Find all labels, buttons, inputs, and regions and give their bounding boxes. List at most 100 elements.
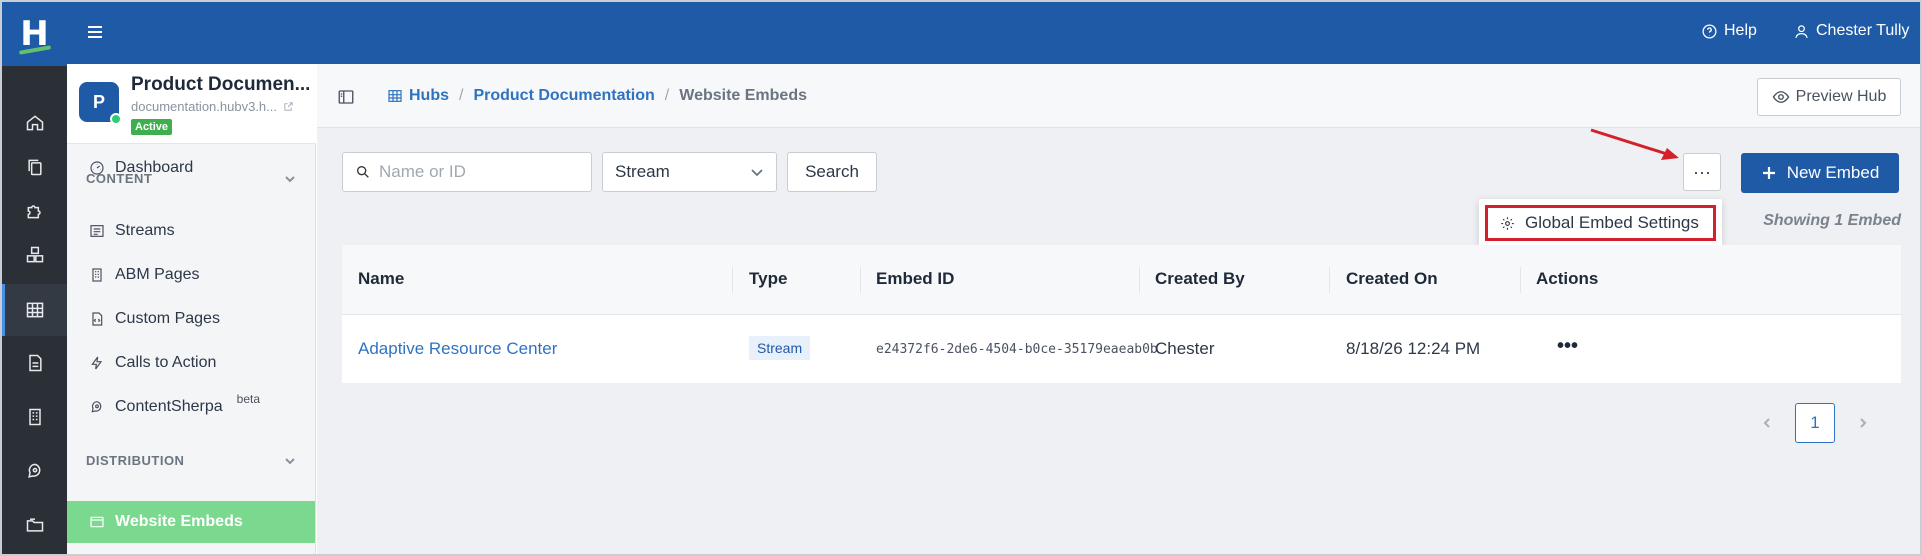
sidebar-item-website-embeds[interactable]: Website Embeds: [67, 501, 315, 543]
home-icon: [26, 115, 43, 131]
breadcrumb: Hubs / Product Documentation / Website E…: [387, 87, 807, 105]
main-content: Hubs / Product Documentation / Website E…: [317, 64, 1920, 554]
rail-ai[interactable]: [2, 445, 67, 497]
column-header-type[interactable]: Type: [749, 269, 787, 289]
column-header-name[interactable]: Name: [358, 269, 404, 289]
help-label: Help: [1724, 22, 1757, 39]
type-filter-select[interactable]: Stream: [602, 152, 777, 192]
section-distribution[interactable]: DISTRIBUTION: [86, 453, 296, 468]
beta-tag: beta: [236, 392, 260, 406]
breadcrumb-separator: /: [664, 87, 670, 104]
user-name: Chester Tully: [1816, 22, 1910, 39]
breadcrumb-hub[interactable]: Product Documentation: [473, 87, 654, 105]
rail-accounts[interactable]: [2, 391, 67, 443]
app-logo[interactable]: H: [2, 2, 67, 66]
created-by: Chester: [1155, 339, 1215, 358]
sidebar-item-custom-pages[interactable]: Custom Pages: [67, 299, 315, 339]
new-embed-label: New Embed: [1786, 163, 1880, 182]
rail-assets[interactable]: [2, 229, 67, 281]
new-embed-button[interactable]: New Embed: [1741, 153, 1899, 193]
section-label: DISTRIBUTION: [86, 453, 185, 468]
file-code-icon: [92, 312, 103, 326]
help-link[interactable]: Help: [1701, 22, 1757, 40]
hub-avatar: P: [79, 82, 122, 125]
preview-hub-button[interactable]: Preview Hub: [1757, 78, 1901, 116]
embed-name-link[interactable]: Adaptive Resource Center: [358, 339, 557, 359]
search-placeholder: Name or ID: [379, 162, 466, 181]
breadcrumb-hubs[interactable]: Hubs: [387, 87, 449, 105]
search-input[interactable]: Name or ID: [342, 152, 592, 192]
table-header: Name Type Embed ID Created By Created On…: [342, 245, 1901, 315]
sidebar-item-label: Streams: [115, 222, 175, 239]
hub-url: documentation.hubv3.h...: [131, 99, 277, 114]
sidebar-item-label: Website Embeds: [115, 513, 243, 530]
hub-avatar-letter: P: [92, 91, 105, 112]
sidebar-toggle[interactable]: [337, 88, 355, 106]
icon-rail: H: [2, 2, 67, 554]
status-badge: Active: [131, 119, 173, 135]
hamburger-icon: [88, 26, 102, 38]
embeds-table: Name Type Embed ID Created By Created On…: [342, 245, 1901, 383]
sidebar-item-label: ContentSherpa: [115, 398, 223, 415]
column-divider: [1139, 267, 1140, 293]
pagination-next[interactable]: [1853, 413, 1873, 433]
sidebar-item-contentsherpa[interactable]: ContentSherpa beta: [67, 387, 315, 427]
top-bar: Help Chester Tully: [67, 2, 1920, 64]
puzzle-icon: [27, 205, 41, 219]
menu-toggle[interactable]: [85, 22, 105, 42]
brain-icon: [91, 401, 102, 413]
rail-folders[interactable]: [2, 499, 67, 551]
sidebar-item-calls-to-action[interactable]: Calls to Action: [67, 343, 315, 383]
folder-icon: [26, 518, 43, 532]
document-icon: [28, 354, 42, 372]
boxes-icon: [26, 246, 43, 263]
section-label: CONTENT: [86, 171, 153, 186]
user-menu[interactable]: Chester Tully: [1793, 22, 1909, 40]
user-icon: [1795, 24, 1808, 38]
section-content[interactable]: CONTENT: [86, 171, 296, 186]
rail-hubs[interactable]: [2, 284, 67, 336]
pagination: 1: [1757, 403, 1873, 443]
rail-documents[interactable]: [2, 337, 67, 389]
more-options-button[interactable]: ···: [1683, 153, 1721, 191]
building-icon: [92, 268, 102, 282]
breadcrumb-label: Hubs: [409, 87, 449, 104]
question-circle-icon: [1702, 23, 1717, 39]
hub-url-link[interactable]: documentation.hubv3.h...: [131, 99, 294, 114]
pagination-prev[interactable]: [1757, 413, 1777, 433]
column-header-created-by[interactable]: Created By: [1155, 269, 1245, 289]
sidebar-item-abm-pages[interactable]: ABM Pages: [67, 255, 315, 295]
sidebar-item-label: ABM Pages: [115, 266, 200, 283]
chevron-left-icon: [1763, 418, 1770, 428]
embed-id: e24372f6-2de6-4504-b0ce-35179eaeab0b: [876, 342, 1158, 357]
result-count: Showing 1 Embed: [1763, 212, 1901, 229]
sidebar-item-label: Custom Pages: [115, 310, 220, 327]
sidebar-item-label: Calls to Action: [115, 354, 217, 371]
search-icon: [357, 166, 369, 178]
list-icon: [90, 225, 104, 237]
sidebar-item-streams[interactable]: Streams: [67, 211, 315, 251]
row-actions-button[interactable]: •••: [1557, 335, 1578, 358]
search-button[interactable]: Search: [787, 152, 877, 192]
column-header-embed-id[interactable]: Embed ID: [876, 269, 954, 289]
type-filter-value: Stream: [615, 162, 670, 181]
column-divider: [860, 267, 861, 293]
hub-card: P Product Documen... documentation.hubv3…: [67, 64, 316, 144]
column-divider: [1520, 267, 1521, 293]
options-dropdown: Global Embed Settings: [1479, 199, 1722, 247]
global-embed-settings-item[interactable]: Global Embed Settings: [1485, 205, 1716, 241]
chevron-right-icon: [1860, 418, 1867, 428]
column-header-created-on[interactable]: Created On: [1346, 269, 1438, 289]
eye-icon: [1772, 91, 1789, 103]
brain-icon: [27, 463, 40, 478]
chevron-down-icon: [751, 169, 763, 177]
sidebar-panel-icon: [338, 90, 354, 104]
created-on: 8/18/26 12:24 PM: [1346, 339, 1481, 358]
breadcrumb-separator: /: [459, 87, 464, 104]
gear-icon: [1501, 216, 1514, 230]
pagination-page[interactable]: 1: [1795, 403, 1835, 443]
preview-hub-label: Preview Hub: [1795, 88, 1887, 105]
breadcrumb-bar: Hubs / Product Documentation / Website E…: [317, 64, 1920, 128]
annotation-arrow: [1590, 128, 1679, 160]
hub-name: Product Documen...: [131, 74, 309, 95]
